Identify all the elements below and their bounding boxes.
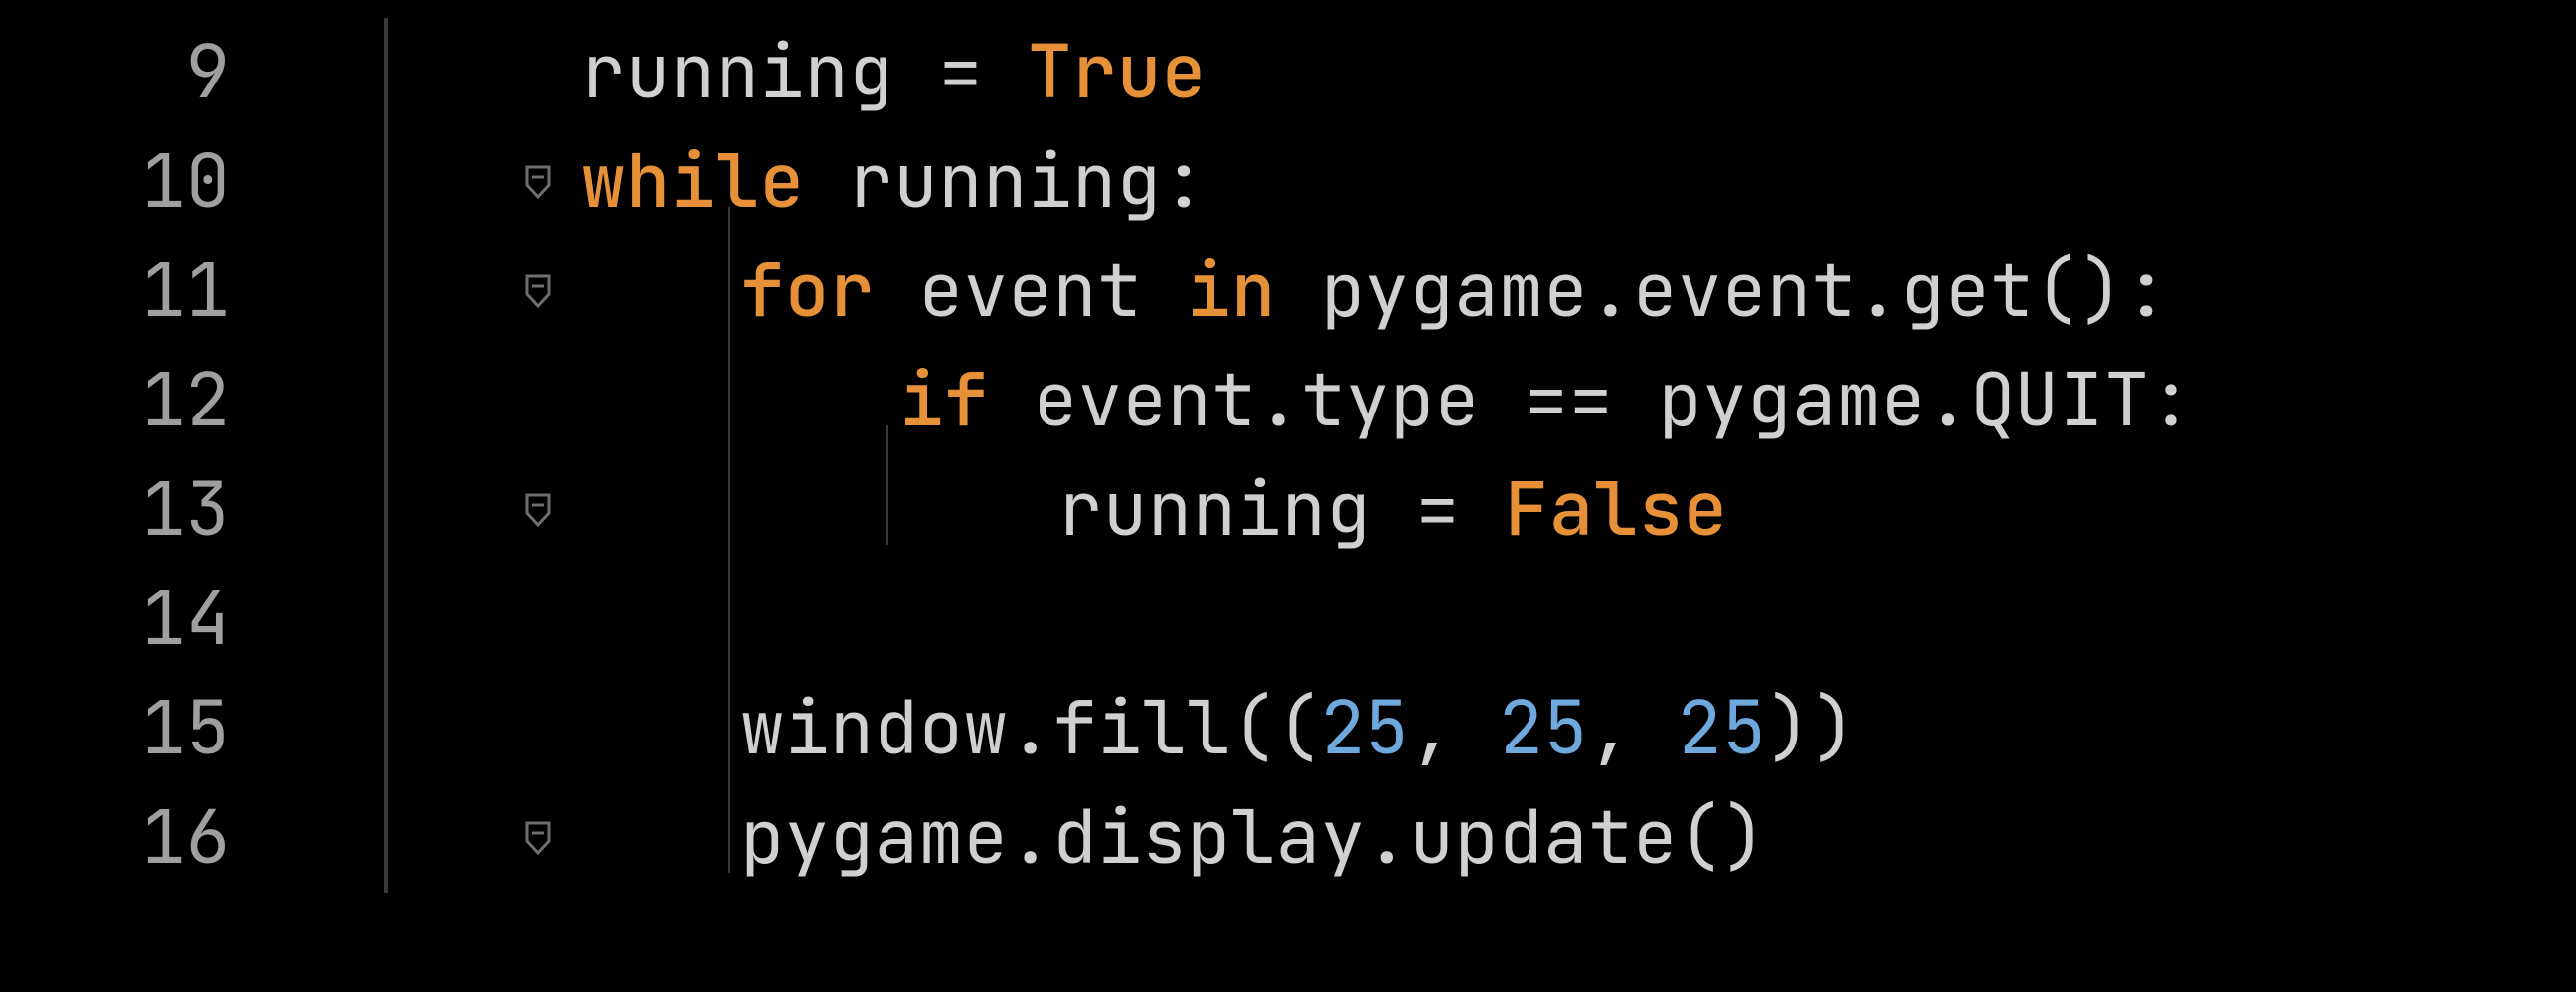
code-line[interactable] — [552, 565, 2193, 674]
token-id: type — [1301, 352, 1480, 448]
token-op: . — [1856, 243, 1901, 339]
line-number-gutter: 9 10 11 12 13 14 15 16 — [0, 18, 388, 893]
token-id: event — [1034, 352, 1257, 448]
token-op: . — [1256, 352, 1301, 448]
token-op: () — [1678, 789, 1767, 886]
token-op — [875, 243, 919, 339]
code-line[interactable]: for event in pygame.event.get(): — [552, 237, 2193, 346]
token-op: , — [1588, 680, 1678, 776]
code-line[interactable]: if event.type == pygame.QUIT: — [552, 346, 2193, 455]
token-op: = — [893, 24, 1028, 120]
token-num: 25 — [1321, 680, 1410, 776]
line-number: 13 — [0, 455, 384, 565]
token-op — [989, 352, 1034, 448]
token-op: . — [1008, 680, 1052, 776]
code-line[interactable]: pygame.display.update() — [552, 783, 2193, 893]
code-line[interactable]: running = False — [552, 455, 2193, 565]
token-op: . — [1008, 789, 1052, 886]
token-id: pygame — [1321, 243, 1588, 339]
token-id: running — [1058, 461, 1370, 558]
code-line[interactable]: window.fill((25, 25, 25)) — [552, 674, 2193, 783]
token-id: get — [1900, 243, 2034, 339]
token-id: pygame — [1658, 352, 1925, 448]
token-op: , — [1410, 680, 1500, 776]
token-num: 25 — [1499, 680, 1588, 776]
token-id: display — [1052, 789, 1365, 886]
token-op: . — [1926, 352, 1971, 448]
fold-collapse-icon[interactable] — [523, 493, 553, 527]
token-id: event — [919, 243, 1143, 339]
code-editor[interactable]: 9 10 11 12 13 14 15 16 running = Truewhi… — [0, 0, 2576, 992]
token-id: running — [849, 133, 1161, 230]
token-op: : — [1162, 133, 1207, 230]
token-id: pygame — [740, 789, 1008, 886]
line-number: 9 — [0, 18, 384, 127]
token-op: (): — [2034, 243, 2169, 339]
token-id: window — [740, 680, 1008, 776]
token-kw: while — [581, 133, 805, 230]
token-op: == — [1480, 352, 1659, 448]
line-number: 16 — [0, 783, 384, 893]
token-num: 25 — [1678, 680, 1767, 776]
token-id: update — [1410, 789, 1678, 886]
token-kw: if — [899, 352, 989, 448]
fold-collapse-icon[interactable] — [523, 274, 553, 308]
token-op: )) — [1767, 680, 1856, 776]
line-number: 10 — [0, 127, 384, 237]
line-number: 14 — [0, 565, 384, 674]
token-op: . — [1366, 789, 1410, 886]
token-id: fill — [1052, 680, 1231, 776]
code-content[interactable]: running = Truewhile running:for event in… — [552, 18, 2193, 893]
token-kw: for — [740, 243, 875, 339]
token-op: : — [2149, 352, 2193, 448]
token-op — [1276, 243, 1321, 339]
fold-collapse-icon[interactable] — [523, 165, 553, 199]
code-line[interactable]: running = True — [552, 18, 2193, 127]
token-lit: True — [1028, 24, 1207, 120]
token-kw: in — [1187, 243, 1276, 339]
line-number: 11 — [0, 237, 384, 346]
token-op — [805, 133, 850, 230]
token-id: QUIT — [1971, 352, 2150, 448]
fold-collapse-icon[interactable] — [523, 821, 553, 855]
token-id: event — [1633, 243, 1856, 339]
code-line[interactable]: while running: — [552, 127, 2193, 237]
token-lit: False — [1505, 461, 1728, 558]
token-op: (( — [1231, 680, 1321, 776]
token-op: . — [1588, 243, 1633, 339]
token-id: running — [581, 24, 893, 120]
line-number: 12 — [0, 346, 384, 455]
token-op: = — [1370, 461, 1505, 558]
token-op — [1142, 243, 1187, 339]
line-number: 15 — [0, 674, 384, 783]
